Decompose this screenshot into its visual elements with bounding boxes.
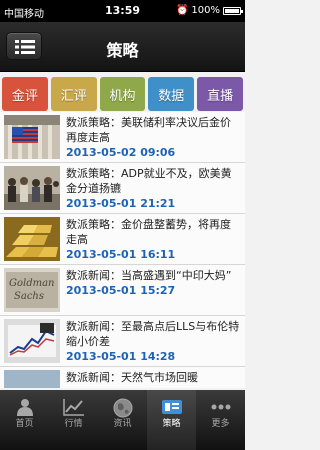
tabbar-strategy[interactable]: 策略 — [147, 390, 196, 450]
news-headline: 数派策略：美联储利率决议后金价再度走高 — [66, 116, 231, 144]
news-thumbnail-oil-chart — [4, 319, 60, 363]
page-title: 策略 — [106, 41, 139, 60]
tab-jinping[interactable]: 金评 — [2, 77, 48, 111]
list-item[interactable]: 数派策略：ADP就业不及，欧美黄金分道扬镳 2013-05-01 21:21 — [0, 163, 245, 214]
tabbar-label: 资讯 — [113, 419, 132, 429]
news-date: 2013-05-01 21:21 — [66, 197, 176, 210]
news-headline: 数派新闻：当高盛遇到“中印大妈” — [66, 269, 232, 282]
battery-icon — [223, 6, 243, 15]
globe-icon — [113, 398, 132, 418]
list-item[interactable]: 数派新闻：至最高点后LLS与布伦特缩小价差 2013-05-01 14:28 — [0, 316, 245, 367]
chart-icon — [62, 399, 84, 416]
news-date: 2013-05-01 14:28 — [66, 350, 176, 363]
status-bar: 中国移动 13:59 ⏰ 100% — [0, 0, 245, 22]
tab-huiping[interactable]: 汇评 — [50, 77, 97, 111]
tabbar-label: 行情 — [64, 419, 83, 429]
more-icon — [211, 404, 230, 410]
news-thumbnail-crowd — [4, 166, 60, 210]
svg-text:Sachs: Sachs — [14, 291, 44, 302]
tabbar-more[interactable]: 更多 — [196, 390, 245, 450]
person-icon — [16, 399, 33, 416]
tabbar-label: 首页 — [15, 419, 34, 429]
tabbar-news[interactable]: 资讯 — [98, 390, 147, 450]
tab-jigou[interactable]: 机构 — [99, 77, 146, 111]
news-date: 2013-05-02 09:06 — [66, 146, 176, 159]
nav-bar: 策略 — [0, 22, 245, 72]
svg-text:Goldman: Goldman — [9, 278, 55, 289]
battery-percent: 100% — [191, 5, 220, 16]
list-item[interactable]: 数派新闻：天然气市场回暖 — [0, 367, 245, 388]
news-headline: 数派策略：ADP就业不及，欧美黄金分道扬镳 — [66, 167, 232, 195]
news-thumbnail-goldman-sign: Goldman Sachs — [4, 268, 60, 312]
list-item[interactable]: Goldman Sachs 数派新闻：当高盛遇到“中印大妈” 2013-05-0… — [0, 265, 245, 316]
tabbar-label: 更多 — [211, 419, 230, 429]
news-date: 2013-05-01 16:11 — [66, 248, 176, 261]
status-right: ⏰ 100% — [175, 5, 243, 16]
strategy-icon — [161, 400, 182, 414]
alarm-icon: ⏰ — [175, 5, 189, 16]
news-date: 2013-05-01 15:27 — [66, 284, 176, 297]
list-item[interactable]: 数派策略：金价盘整蓄势，将再度走高 2013-05-01 16:11 — [0, 214, 245, 265]
news-headline: 数派新闻：至最高点后LLS与布伦特缩小价差 — [66, 320, 240, 348]
list-item[interactable]: 数派策略：美联储利率决议后金价再度走高 2013-05-02 09:06 — [0, 112, 245, 163]
tab-zhibo[interactable]: 直播 — [197, 77, 243, 111]
news-headline: 数派新闻：天然气市场回暖 — [66, 371, 198, 384]
tabbar-label: 策略 — [162, 419, 181, 429]
news-thumbnail-wall-street — [4, 115, 60, 159]
tab-shuju[interactable]: 数据 — [148, 77, 195, 111]
news-list: 数派策略：美联储利率决议后金价再度走高 2013-05-02 09:06 数派策… — [0, 112, 245, 388]
news-headline: 数派策略：金价盘整蓄势，将再度走高 — [66, 218, 231, 246]
news-thumbnail-gas — [4, 370, 60, 388]
bottom-tab-bar: 首页 行情 资讯 策略 更多 — [0, 390, 245, 450]
news-thumbnail-gold-bars — [4, 217, 60, 261]
tabbar-home[interactable]: 首页 — [0, 390, 49, 450]
tabbar-market[interactable]: 行情 — [49, 390, 98, 450]
category-tabs: 金评 汇评 机构 数据 直播 — [0, 77, 245, 111]
